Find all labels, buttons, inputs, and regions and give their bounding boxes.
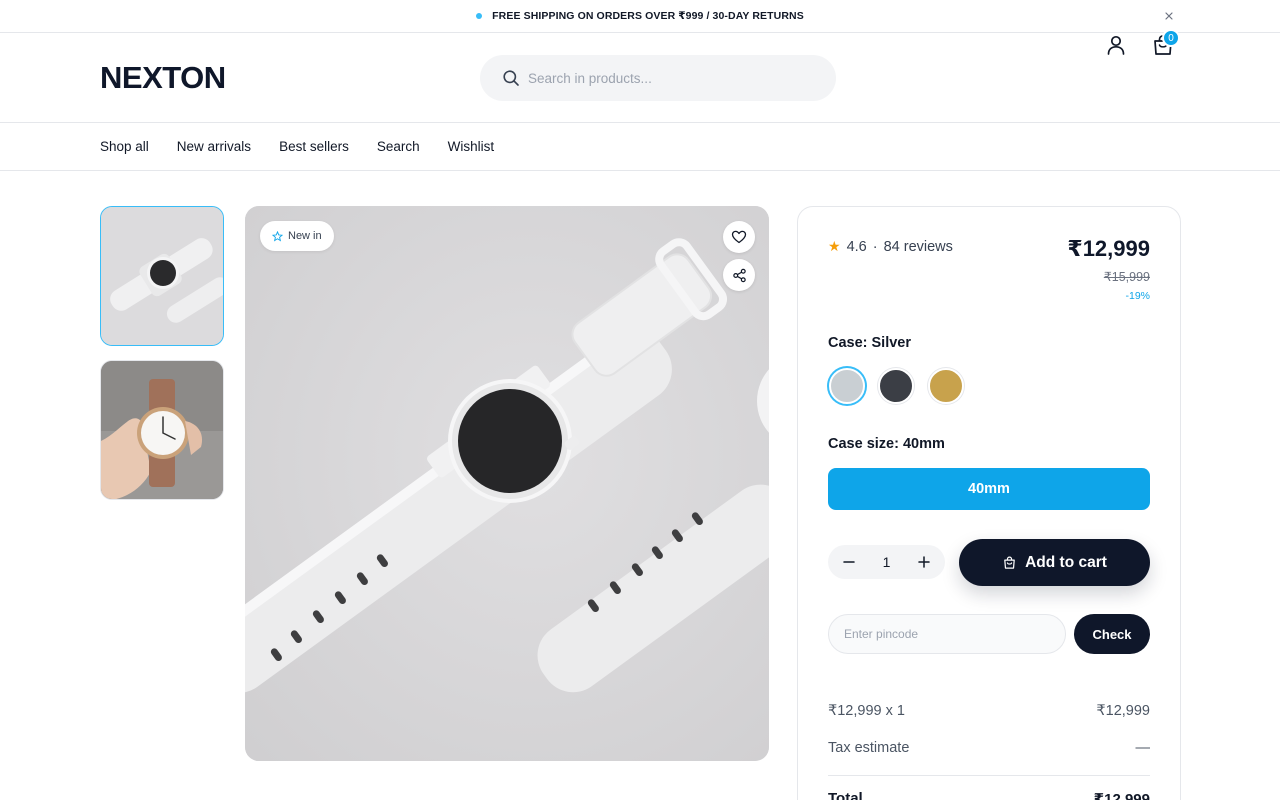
summary-divider: [828, 775, 1150, 776]
add-to-cart-label: Add to cart: [1025, 553, 1107, 571]
review-count: 84 reviews: [883, 238, 953, 255]
rating-value: 4.6: [846, 238, 867, 255]
search-bar[interactable]: [480, 55, 836, 101]
summary-total: Total ₹12,999: [828, 790, 1150, 800]
share-button[interactable]: [723, 259, 755, 291]
case-label: Case:: [828, 335, 868, 351]
check-pincode-button[interactable]: Check: [1074, 614, 1150, 654]
shopping-bag-icon: [1004, 556, 1015, 569]
minus-icon[interactable]: [841, 554, 857, 570]
user-icon[interactable]: [1104, 33, 1128, 57]
new-in-badge: New in: [260, 221, 334, 251]
star-icon: [272, 230, 283, 241]
line-item-value: ₹12,999: [1096, 703, 1150, 719]
tax-value: —: [1135, 740, 1151, 756]
summary-line-item: ₹12,999 x 1 ₹12,999: [828, 703, 1150, 719]
swatch-black[interactable]: [878, 368, 914, 404]
nav-item-shop-all[interactable]: Shop all: [100, 139, 149, 154]
quantity-value: 1: [882, 554, 891, 570]
announcement-bar: FREE SHIPPING ON ORDERS OVER ₹999 / 30-D…: [0, 0, 1280, 33]
logo[interactable]: NEXTON: [100, 60, 226, 96]
discount-badge: -19%: [1125, 290, 1150, 302]
search-icon: [503, 70, 519, 86]
total-label: Total: [828, 790, 863, 800]
case-value: Silver: [871, 335, 912, 351]
close-icon[interactable]: [1162, 9, 1176, 23]
share-icon: [732, 268, 746, 282]
size-option-label: Case size: 40mm: [828, 436, 945, 452]
search-input[interactable]: [528, 70, 808, 86]
star-icon: ★: [828, 238, 841, 254]
analog-watch-thumbnail-image: [101, 361, 223, 499]
case-option-label: Case: Silver: [828, 335, 911, 351]
pincode-input[interactable]: [828, 614, 1066, 654]
swatch-gold[interactable]: [928, 368, 964, 404]
tax-label: Tax estimate: [828, 740, 910, 756]
wishlist-button[interactable]: [723, 221, 755, 253]
product-price: ₹12,999: [1067, 236, 1150, 261]
main-nav: Shop all New arrivals Best sellers Searc…: [0, 123, 1280, 171]
line-item-label: ₹12,999 x 1: [828, 703, 905, 719]
nav-item-search[interactable]: Search: [377, 139, 420, 154]
announcement-dot: [476, 13, 483, 19]
size-label: Case size:: [828, 436, 899, 452]
add-to-cart-button[interactable]: Add to cart: [959, 539, 1150, 586]
announcement-text: FREE SHIPPING ON ORDERS OVER ₹999 / 30-D…: [492, 10, 804, 22]
size-value: 40mm: [902, 436, 945, 452]
smartwatch-image: [245, 206, 769, 761]
quantity-stepper: 1: [828, 545, 945, 579]
size-option-40mm[interactable]: 40mm: [828, 468, 1150, 510]
smartwatch-thumbnail-image: [101, 207, 223, 345]
thumbnail-smartwatch[interactable]: [100, 206, 224, 346]
summary-tax: Tax estimate —: [828, 740, 1150, 756]
nav-item-new-arrivals[interactable]: New arrivals: [177, 139, 251, 154]
total-value: ₹12,999: [1093, 791, 1150, 800]
site-header: NEXTON: [0, 33, 1280, 123]
new-in-label: New in: [288, 230, 322, 242]
original-price: ₹15,999: [1103, 270, 1150, 284]
cart-count-badge: 0: [1162, 29, 1180, 47]
main-product-image: [245, 206, 769, 761]
heart-icon: [731, 230, 747, 244]
nav-item-best-sellers[interactable]: Best sellers: [279, 139, 349, 154]
swatch-silver[interactable]: [829, 368, 865, 404]
product-rating[interactable]: ★ 4.6 · 84 reviews: [828, 238, 953, 255]
thumbnail-analog-watch[interactable]: [100, 360, 224, 500]
rating-separator: ·: [872, 238, 878, 255]
nav-item-wishlist[interactable]: Wishlist: [448, 139, 495, 154]
plus-icon[interactable]: [916, 554, 932, 570]
